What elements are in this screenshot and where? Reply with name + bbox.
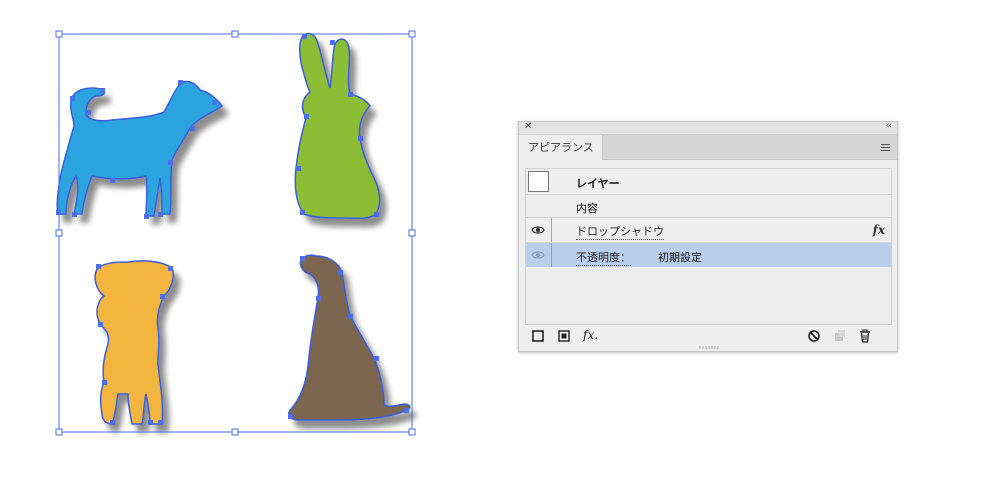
handle-middle-right <box>408 229 416 237</box>
handle-top-center <box>231 30 239 38</box>
square-filled-icon[interactable] <box>557 329 571 343</box>
drop-shadow-link[interactable]: ドロップシャドウ <box>576 223 664 240</box>
layer-label: レイヤー <box>576 177 620 190</box>
trash-icon[interactable] <box>858 329 872 343</box>
panel-menu-icon[interactable] <box>881 144 890 151</box>
row-divider <box>551 243 552 267</box>
sitting-dog-silhouette[interactable] <box>287 254 411 421</box>
row-divider <box>551 218 552 242</box>
collapse-icon[interactable]: ‹‹ <box>886 121 892 131</box>
tab-appearance[interactable]: アピアランス <box>519 135 603 160</box>
square-outline-icon[interactable] <box>531 329 545 343</box>
appearance-panel: ✕ ‹‹ アピアランス レイヤー 内容 ドロップシャドウ fx 不透明度： 初期… <box>518 121 898 352</box>
opacity-link[interactable]: 不透明度： <box>576 249 631 266</box>
eye-icon[interactable] <box>531 249 545 261</box>
handle-bottom-center <box>231 428 239 436</box>
handle-middle-left <box>55 229 63 237</box>
pup-silhouette[interactable] <box>94 260 175 425</box>
dog-silhouette[interactable] <box>56 80 224 217</box>
add-effect-button[interactable]: fx. <box>583 328 598 342</box>
close-icon[interactable]: ✕ <box>524 121 532 132</box>
eye-icon[interactable] <box>531 224 545 236</box>
content-row[interactable]: 内容 <box>526 195 891 218</box>
resize-grip[interactable] <box>699 345 719 350</box>
opacity-value: 初期設定 <box>658 251 702 264</box>
handle-top-left <box>55 30 63 38</box>
duplicate-icon[interactable] <box>833 329 847 343</box>
opacity-row[interactable]: 不透明度： 初期設定 <box>526 243 891 267</box>
no-entry-icon[interactable] <box>807 329 821 343</box>
artwork-canvas[interactable] <box>0 0 500 496</box>
handle-top-right <box>408 30 416 38</box>
drop-shadow-row[interactable]: ドロップシャドウ fx <box>526 218 891 243</box>
rabbit-silhouette[interactable] <box>294 32 381 220</box>
appearance-list: レイヤー 内容 ドロップシャドウ fx 不透明度： 初期設定 <box>525 168 892 325</box>
layer-row[interactable]: レイヤー <box>526 169 891 195</box>
panel-tab-bar: アピアランス <box>519 135 897 160</box>
fx-icon[interactable]: fx <box>873 223 885 237</box>
content-label: 内容 <box>576 202 598 215</box>
layer-thumbnail <box>528 171 549 192</box>
handle-bottom-left <box>55 428 63 436</box>
handle-bottom-right <box>408 428 416 436</box>
panel-title-bar[interactable]: ✕ ‹‹ <box>519 121 897 135</box>
panel-toolbar: fx. <box>519 327 897 345</box>
